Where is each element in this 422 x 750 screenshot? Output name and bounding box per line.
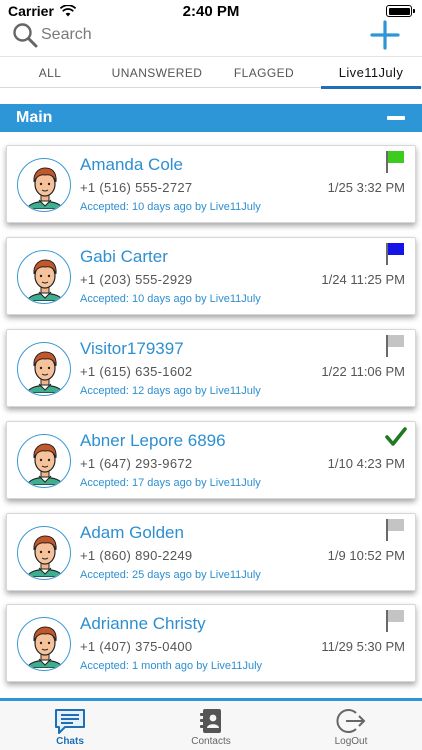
flag-icon[interactable]: [385, 334, 405, 358]
person-icon: [27, 167, 63, 209]
tabbar-contacts[interactable]: Contacts: [161, 705, 261, 750]
flag-icon[interactable]: [385, 518, 405, 542]
chat-date: 1/25 3:32 PM: [327, 180, 405, 195]
bottom-tab-bar: Chats Contacts LogOut: [0, 698, 422, 750]
chat-icon: [55, 709, 85, 734]
person-icon: [27, 443, 63, 485]
section-title: Main: [16, 109, 53, 126]
add-chat-button[interactable]: [370, 20, 400, 50]
chat-date: 11/29 5:30 PM: [321, 639, 405, 654]
tab-all[interactable]: ALL: [20, 57, 80, 88]
chat-date: 1/9 10:52 PM: [327, 548, 405, 563]
logout-icon: [336, 709, 366, 733]
search-bar: [0, 18, 422, 52]
avatar: [17, 158, 71, 212]
chat-name: Adam Golden: [80, 523, 184, 542]
chat-phone: +1 (860) 890-2249: [80, 548, 193, 563]
chat-row[interactable]: Amanda Cole +1 (516) 555-2727 Accepted: …: [6, 145, 416, 223]
chat-phone: +1 (516) 555-2727: [80, 180, 193, 195]
chat-row[interactable]: Adam Golden +1 (860) 890-2249 Accepted: …: [6, 513, 416, 591]
tabbar-label: Chats: [56, 736, 84, 747]
chat-date: 1/22 11:06 PM: [321, 364, 405, 379]
chat-phone: +1 (647) 293-9672: [80, 456, 193, 471]
tabbar-chats[interactable]: Chats: [20, 705, 120, 750]
chat-accepted-status: Accepted: 12 days ago by Live11July: [80, 385, 261, 397]
chat-date: 1/24 11:25 PM: [321, 272, 405, 287]
checkmark-icon[interactable]: [385, 426, 407, 450]
avatar: [17, 526, 71, 580]
battery-icon: [386, 5, 415, 17]
chat-phone: +1 (615) 635-1602: [80, 364, 193, 379]
avatar: [17, 342, 71, 396]
chat-name: Abner Lepore 6896: [80, 431, 226, 450]
tab-live11july[interactable]: Live11July: [321, 57, 421, 89]
tabbar-label: Contacts: [191, 736, 231, 747]
person-icon: [27, 626, 63, 668]
chat-name: Gabi Carter: [80, 247, 168, 266]
chat-list[interactable]: Amanda Cole +1 (516) 555-2727 Accepted: …: [0, 132, 422, 698]
tab-flagged[interactable]: FLAGGED: [228, 57, 300, 88]
chat-phone: +1 (203) 555-2929: [80, 272, 193, 287]
chat-accepted-status: Accepted: 10 days ago by Live11July: [80, 293, 261, 305]
flag-icon[interactable]: [385, 609, 405, 633]
person-icon: [27, 259, 63, 301]
chat-name: Adrianne Christy: [80, 614, 206, 633]
flag-icon[interactable]: [385, 150, 405, 174]
chat-row[interactable]: Visitor179397 +1 (615) 635-1602 Accepted…: [6, 329, 416, 407]
chat-accepted-status: Accepted: 17 days ago by Live11July: [80, 477, 261, 489]
chat-name: Amanda Cole: [80, 155, 184, 174]
search-input[interactable]: [41, 24, 341, 46]
chat-row[interactable]: Adrianne Christy +1 (407) 375-0400 Accep…: [6, 604, 416, 682]
filter-tabs: ALL UNANSWERED FLAGGED Live11July: [0, 56, 422, 89]
avatar: [17, 617, 71, 671]
flag-icon[interactable]: [385, 242, 405, 266]
avatar: [17, 434, 71, 488]
contacts-icon: [200, 709, 221, 733]
search-icon[interactable]: [12, 22, 38, 48]
chat-row[interactable]: Abner Lepore 6896 +1 (647) 293-9672 Acce…: [6, 421, 416, 499]
tab-unanswered[interactable]: UNANSWERED: [104, 57, 210, 88]
chat-row[interactable]: Gabi Carter +1 (203) 555-2929 Accepted: …: [6, 237, 416, 315]
tabbar-logout[interactable]: LogOut: [301, 705, 401, 750]
chat-accepted-status: Accepted: 1 month ago by Live11July: [80, 660, 263, 672]
chat-date: 1/10 4:23 PM: [327, 456, 405, 471]
person-icon: [27, 535, 63, 577]
chat-accepted-status: Accepted: 10 days ago by Live11July: [80, 201, 261, 213]
avatar: [17, 250, 71, 304]
chat-phone: +1 (407) 375-0400: [80, 639, 193, 654]
tabbar-label: LogOut: [334, 736, 368, 747]
collapse-icon[interactable]: [387, 116, 405, 120]
carrier-label: Carrier: [8, 3, 54, 19]
chat-accepted-status: Accepted: 25 days ago by Live11July: [80, 569, 261, 581]
section-header-main[interactable]: Main: [0, 104, 422, 132]
person-icon: [27, 351, 63, 393]
carrier-indicator: Carrier: [8, 3, 76, 19]
chat-name: Visitor179397: [80, 339, 184, 358]
wifi-icon: [59, 5, 76, 17]
